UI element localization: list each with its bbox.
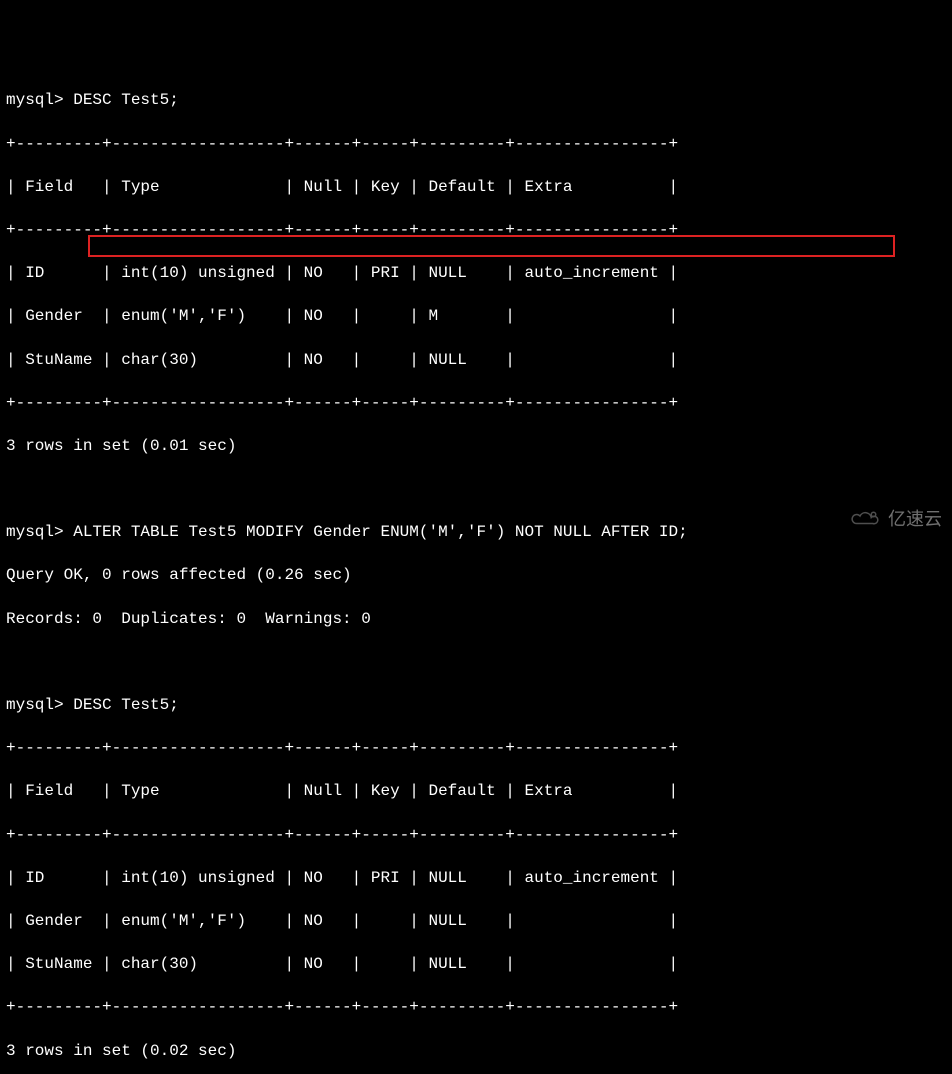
blank-line	[6, 652, 946, 674]
table-border: +---------+------------------+------+---…	[6, 738, 946, 760]
prompt-line-desc2[interactable]: mysql> DESC Test5;	[6, 695, 946, 717]
command-desc2: DESC Test5;	[73, 696, 179, 714]
table-row: | ID | int(10) unsigned | NO | PRI | NUL…	[6, 868, 946, 890]
table-header: | Field | Type | Null | Key | Default | …	[6, 177, 946, 199]
command-desc1: DESC Test5;	[73, 91, 179, 109]
table-border: +---------+------------------+------+---…	[6, 997, 946, 1019]
records-line: Records: 0 Duplicates: 0 Warnings: 0	[6, 609, 946, 631]
mysql-prompt: mysql>	[6, 523, 64, 541]
blank-line	[6, 479, 946, 501]
result-footer: 3 rows in set (0.02 sec)	[6, 1041, 946, 1063]
table-row: | Gender | enum('M','F') | NO | | NULL |…	[6, 911, 946, 933]
table-row: | ID | int(10) unsigned | NO | PRI | NUL…	[6, 263, 946, 285]
result-footer: 3 rows in set (0.01 sec)	[6, 436, 946, 458]
command-alter: ALTER TABLE Test5 MODIFY Gender ENUM('M'…	[73, 523, 688, 541]
table-row: | StuName | char(30) | NO | | NULL | |	[6, 350, 946, 372]
table-header: | Field | Type | Null | Key | Default | …	[6, 781, 946, 803]
table-border: +---------+------------------+------+---…	[6, 220, 946, 242]
table-row: | StuName | char(30) | NO | | NULL | |	[6, 954, 946, 976]
table-border: +---------+------------------+------+---…	[6, 134, 946, 156]
mysql-prompt: mysql>	[6, 696, 64, 714]
table-border: +---------+------------------+------+---…	[6, 393, 946, 415]
table-border: +---------+------------------+------+---…	[6, 825, 946, 847]
watermark-text: 亿速云	[888, 507, 942, 531]
cloud-icon	[848, 508, 884, 530]
query-ok-line: Query OK, 0 rows affected (0.26 sec)	[6, 565, 946, 587]
prompt-line-desc1[interactable]: mysql> DESC Test5;	[6, 90, 946, 112]
prompt-line-alter[interactable]: mysql> ALTER TABLE Test5 MODIFY Gender E…	[6, 522, 946, 544]
watermark: 亿速云	[848, 507, 942, 531]
table-row: | Gender | enum('M','F') | NO | | M | |	[6, 306, 946, 328]
mysql-prompt: mysql>	[6, 91, 64, 109]
